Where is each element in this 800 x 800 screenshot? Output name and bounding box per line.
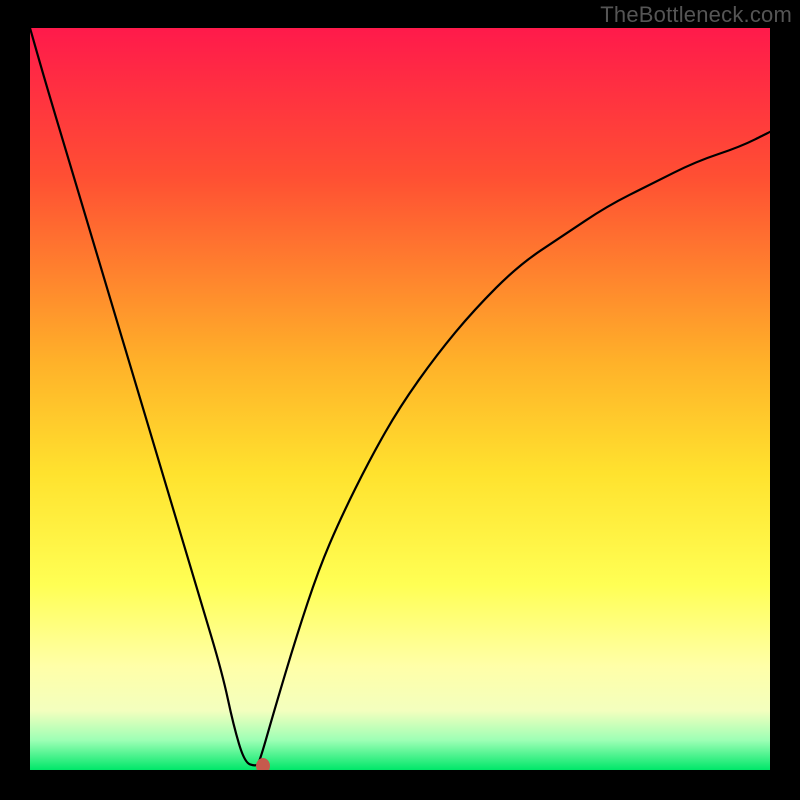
curve-path <box>30 28 770 765</box>
watermark-text: TheBottleneck.com <box>600 2 792 28</box>
chart-frame: TheBottleneck.com <box>0 0 800 800</box>
plot-area <box>30 28 770 770</box>
bottleneck-curve <box>30 28 770 770</box>
optimal-point-marker <box>256 758 270 770</box>
